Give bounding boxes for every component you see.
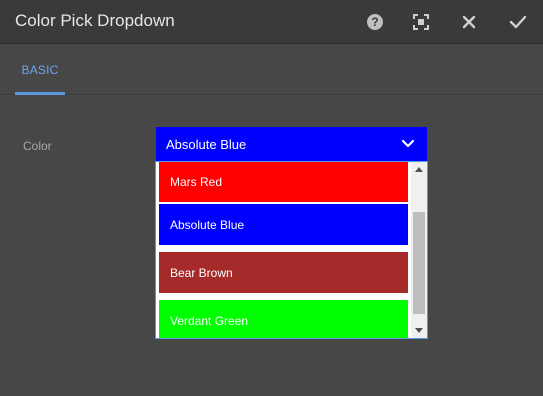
- svg-text:?: ?: [371, 15, 378, 29]
- option-absolute-blue[interactable]: Absolute Blue: [159, 204, 408, 245]
- chevron-down-icon: [401, 138, 415, 150]
- tab-basic[interactable]: BASIC: [15, 45, 65, 95]
- color-select-value: Absolute Blue: [166, 136, 247, 152]
- option-label: Absolute Blue: [170, 217, 245, 232]
- tab-bar: BASIC: [0, 45, 543, 95]
- color-select[interactable]: Absolute Blue: [156, 127, 427, 161]
- option-mars-red[interactable]: Mars Red: [159, 162, 408, 202]
- options-scrollbar[interactable]: [411, 162, 427, 338]
- dialog-title: Color Pick Dropdown: [15, 11, 175, 30]
- help-icon[interactable]: ?: [364, 11, 386, 33]
- tab-active-indicator: [15, 92, 65, 95]
- option-bear-brown[interactable]: Bear Brown: [159, 252, 408, 293]
- dialog: Color Pick Dropdown ? BASIC Color Absolu…: [0, 0, 543, 396]
- option-label: Mars Red: [170, 174, 223, 189]
- scroll-up-arrow-icon[interactable]: [411, 163, 427, 175]
- scroll-down-arrow-icon[interactable]: [411, 325, 427, 337]
- check-icon[interactable]: [507, 11, 529, 33]
- color-field-label: Color: [23, 139, 52, 153]
- option-label: Bear Brown: [170, 265, 233, 280]
- close-icon[interactable]: [458, 11, 480, 33]
- option-verdant-green[interactable]: Verdant Green: [159, 300, 408, 338]
- option-label: Verdant Green: [170, 313, 249, 328]
- scrollbar-thumb[interactable]: [413, 212, 425, 314]
- fullscreen-icon[interactable]: [410, 11, 432, 33]
- title-bar: Color Pick Dropdown ?: [0, 0, 543, 44]
- color-options-popover: Mars Red Absolute Blue Bear Brown Verdan…: [155, 161, 428, 339]
